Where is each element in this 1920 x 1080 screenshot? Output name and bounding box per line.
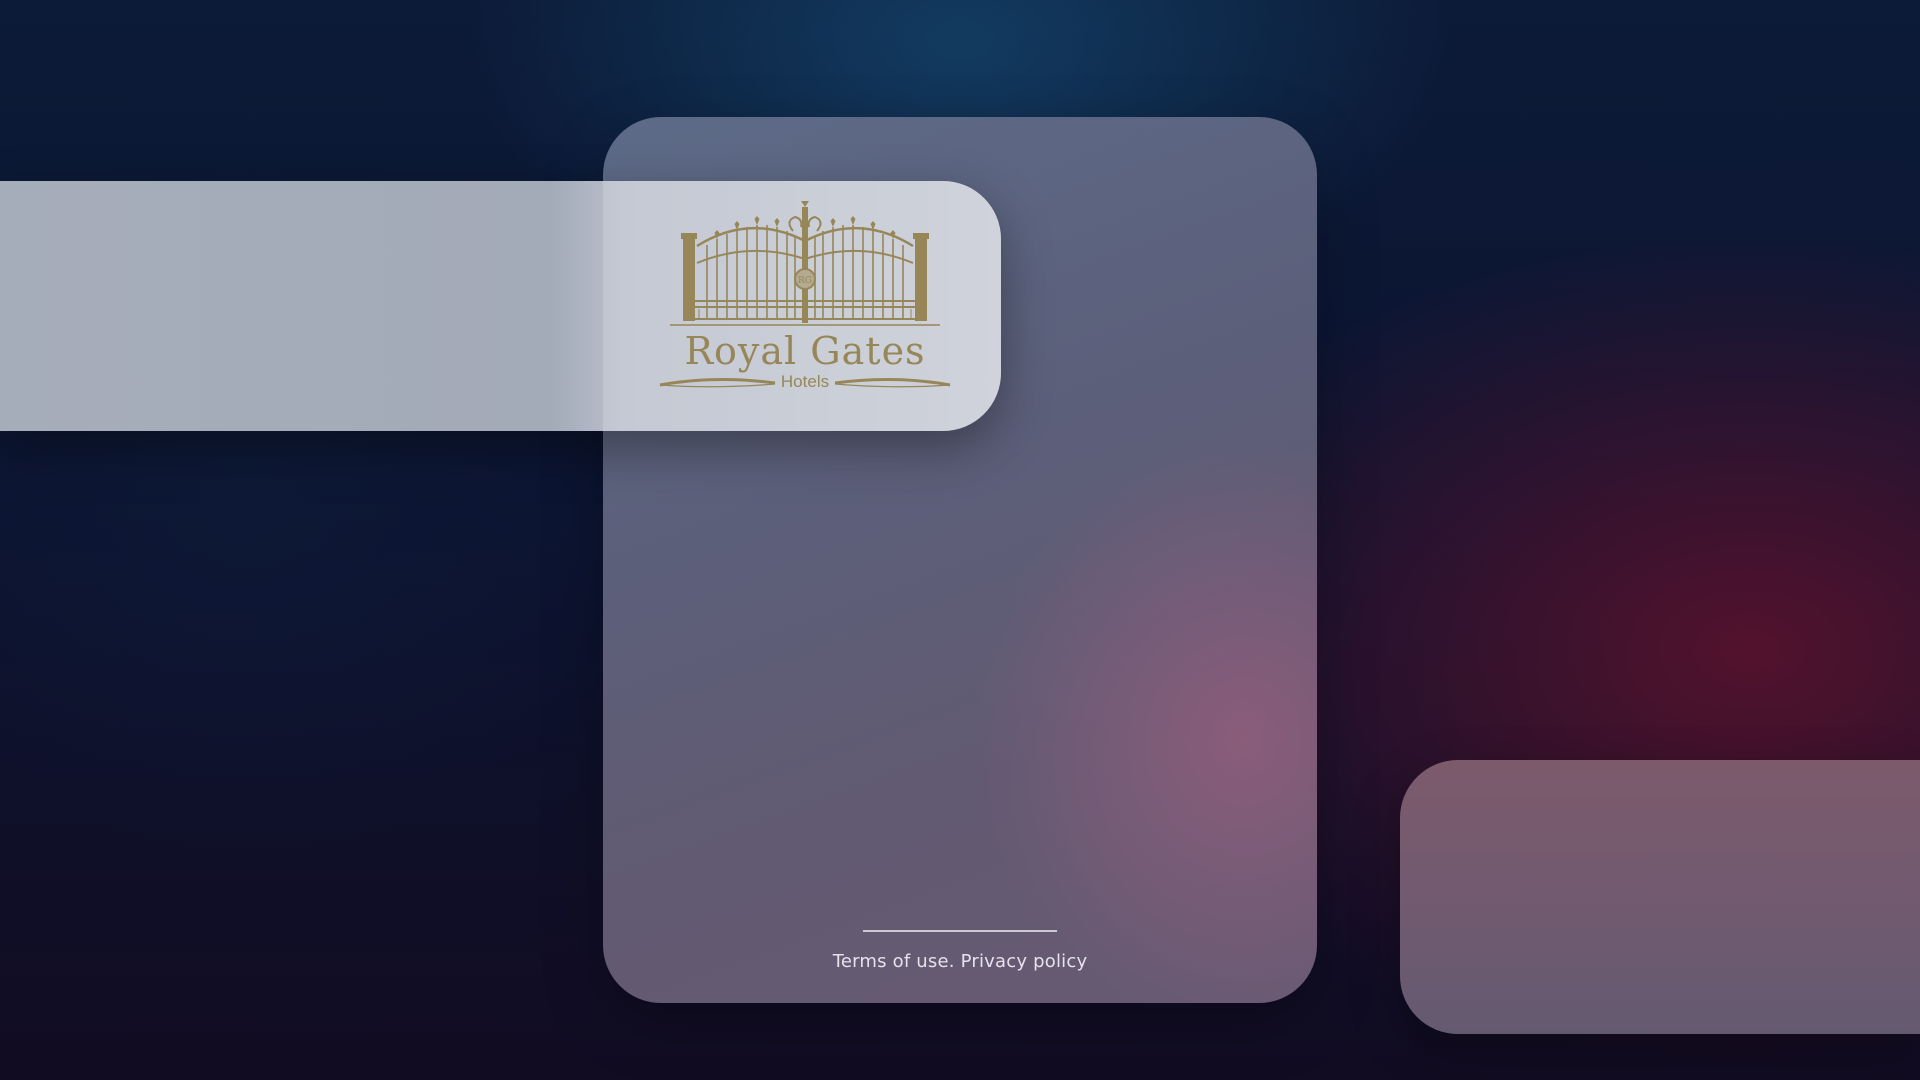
privacy-policy-link[interactable]: Privacy policy [961, 951, 1088, 972]
gate-icon: RG [670, 201, 940, 326]
brand-subtitle: Hotels [780, 372, 830, 391]
monogram: RG [798, 276, 812, 286]
decorative-card [1400, 760, 1920, 1034]
footer-divider [863, 930, 1057, 932]
brand-banner: RG Royal Gates Hotels [0, 181, 1001, 431]
brand-logo: RG Royal Gates Hotels [655, 201, 955, 411]
terms-of-use-link[interactable]: Terms of use. [833, 951, 955, 972]
brand-name: Royal Gates [684, 329, 926, 373]
footer-links: Terms of use. Privacy policy [603, 951, 1317, 972]
